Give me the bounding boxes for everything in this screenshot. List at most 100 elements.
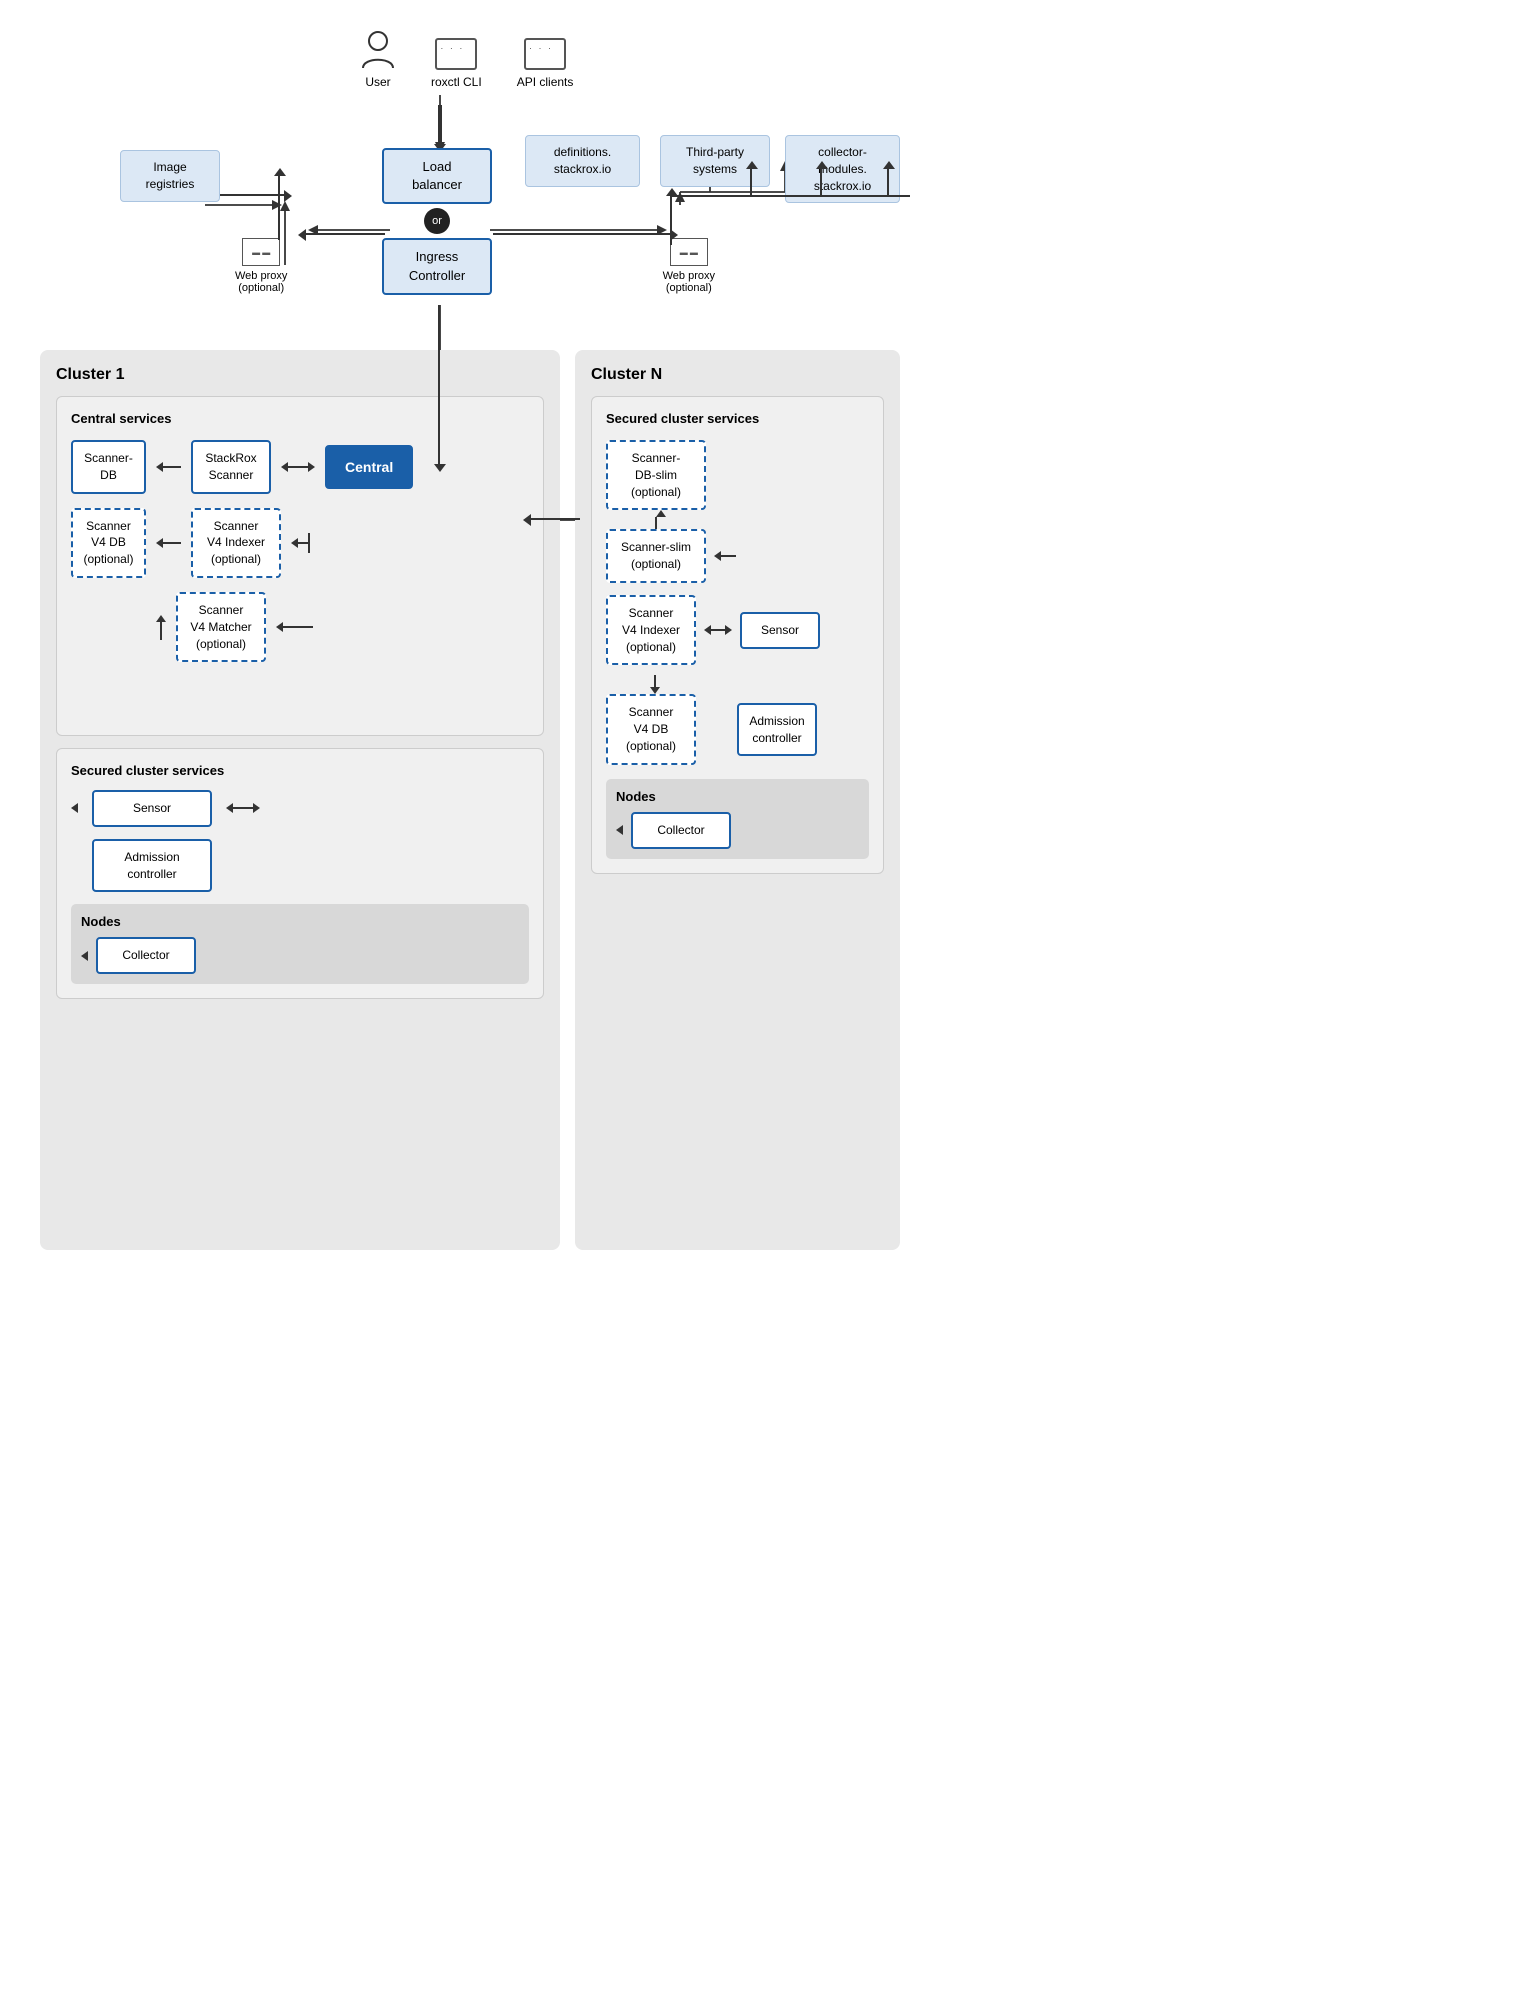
proxy-right-horiz: [670, 195, 910, 197]
roxctl-actor: · · · roxctl CLI: [431, 38, 482, 91]
web-proxy-left-label: Web proxy(optional): [235, 270, 287, 294]
arrow-v4db-up: [156, 615, 166, 640]
web-proxy-left-icon: [242, 238, 280, 266]
lb-ingress-group: Loadbalancer or IngressController: [382, 148, 492, 295]
api-label: API clients: [517, 74, 574, 91]
roxctl-label: roxctl CLI: [431, 74, 482, 91]
central-services-box: Central services Scanner-DB: [56, 396, 544, 736]
arrow-proxy-up-img: [278, 175, 280, 240]
admission-controller-N-label: Admissioncontroller: [749, 714, 804, 745]
cli-icon: · · ·: [435, 38, 477, 70]
clusterN-title: Cluster N: [591, 366, 662, 383]
nodes-N-title: Nodes: [616, 789, 656, 804]
ingress-label: IngressController: [409, 249, 465, 282]
central-services-row1: Scanner-DB StackRoxScanner: [71, 440, 529, 494]
nodes-N-box: Nodes Collector: [606, 779, 869, 859]
load-balancer-box: Loadbalancer: [382, 148, 492, 204]
arrow-to-thirdparty: [820, 168, 822, 197]
secured-cluster-services-1-box: Secured cluster services Sensor: [56, 748, 544, 999]
secured-cluster-title-N: Secured cluster services: [606, 411, 759, 426]
scanner-v4-matcher-label: ScannerV4 Matcher(optional): [190, 603, 251, 651]
scanner-v4-db-N-box: ScannerV4 DB(optional): [606, 694, 696, 764]
central-services-title: Central services: [71, 411, 171, 426]
diagram-container: User · · · roxctl CLI · · · API clients: [0, 0, 930, 1990]
definitions-box: definitions.stackrox.io: [525, 135, 640, 187]
ingress-controller-box: IngressController: [382, 238, 492, 294]
scanner-db-slim-box: Scanner-DB-slim(optional): [606, 440, 706, 510]
scanner-db-label: Scanner-DB: [84, 451, 133, 482]
person-icon: [360, 30, 396, 70]
arrow-dbslim-up: [606, 510, 869, 529]
scanner-db-slim-row: Scanner-DB-slim(optional): [606, 440, 869, 510]
scanner-v4-indexer-box: ScannerV4 Indexer(optional): [191, 508, 281, 578]
central-services-row3: ScannerV4 Matcher(optional): [71, 592, 529, 662]
v4db-N-box-row: ScannerV4 DB(optional) Admissioncontroll…: [606, 694, 869, 764]
arrow-into-collector-1: [81, 951, 88, 961]
nodes-1-title: Nodes: [81, 914, 121, 929]
scanner-v4-indexer-N-box: ScannerV4 Indexer(optional): [606, 595, 696, 665]
arrow-img-reg-proxy: [220, 194, 285, 196]
collector-1-box: Collector: [96, 937, 196, 974]
definitions-label: definitions.stackrox.io: [554, 145, 611, 176]
full-diagram: User · · · roxctl CLI · · · API clients: [20, 20, 910, 1970]
scanner-v4-db-box: ScannerV4 DB(optional): [71, 508, 146, 578]
collector-row-N: Collector: [616, 812, 859, 849]
image-registries-box: Imageregistries: [120, 150, 220, 202]
scanner-v4-db-N-label: ScannerV4 DB(optional): [626, 705, 676, 753]
admission-controller-N-box: Admissioncontroller: [737, 703, 817, 757]
image-registries-label: Imageregistries: [146, 160, 195, 191]
arrow-sensor-central-1: [226, 803, 260, 813]
scanner-db-box: Scanner-DB: [71, 440, 146, 494]
stackrox-scanner-box: StackRoxScanner: [191, 440, 271, 494]
central-services-row2: ScannerV4 DB(optional) ScannerV4 Indexer…: [71, 508, 529, 578]
arrow-into-collector-N: [616, 825, 623, 835]
secured-cluster-services-N-box: Secured cluster services Scanner-DB-slim…: [591, 396, 884, 874]
admission-controller-1-label: Admissioncontroller: [124, 850, 179, 881]
arrow-v4db-indexer: [156, 538, 181, 548]
collector-N-box: Collector: [631, 812, 731, 849]
arrow-v4db-N-down: [606, 675, 660, 694]
arrow-to-collector-modules: [887, 168, 889, 197]
top-actors: User · · · roxctl CLI · · · API clients: [360, 30, 573, 91]
arrow-indexer-stub: [291, 533, 312, 553]
or-circle: or: [424, 208, 450, 234]
or-label: or: [432, 215, 442, 227]
scanner-slim-label: Scanner-slim(optional): [621, 540, 691, 571]
sensor-N-label: Sensor: [761, 623, 799, 637]
scanner-v4-db-label: ScannerV4 DB(optional): [83, 519, 133, 567]
secured-cluster-title-1: Secured cluster services: [71, 763, 224, 778]
arrow-lb-to-proxy-right: [493, 233, 671, 235]
indexer-sensor-N-row: ScannerV4 Indexer(optional) Sensor: [606, 595, 869, 665]
central-box: Central: [325, 445, 413, 489]
web-proxy-right-label: Web proxy(optional): [663, 270, 715, 294]
web-proxy-right-group: Web proxy(optional): [663, 238, 715, 294]
arrow-scanner-central: [281, 462, 315, 472]
main-arrow-lb-to-central: [438, 305, 440, 465]
arrow-slim-sensor: [714, 551, 736, 561]
collector-N-label: Collector: [657, 823, 704, 837]
collector-row-1: Collector: [81, 937, 519, 974]
web-proxy-left-group: Web proxy(optional): [235, 238, 287, 294]
arrow-actors-to-lb: [438, 105, 442, 145]
scanner-v4-indexer-label: ScannerV4 Indexer(optional): [207, 519, 265, 567]
sensor-1-label: Sensor: [133, 801, 171, 815]
user-label: User: [365, 74, 390, 91]
web-proxy-right-icon: [670, 238, 708, 266]
scanner-db-slim-label: Scanner-DB-slim(optional): [631, 451, 681, 499]
scanner-slim-box: Scanner-slim(optional): [606, 529, 706, 583]
user-actor: User: [360, 30, 396, 91]
arrow-matcher-central: [276, 622, 313, 632]
api-icon: · · ·: [524, 38, 566, 70]
arrow-scanner-db: [156, 462, 181, 472]
nodes-1-box: Nodes Collector: [71, 904, 529, 984]
central-label: Central: [345, 459, 393, 475]
api-actor: · · · API clients: [517, 38, 574, 91]
sensor-N-box: Sensor: [740, 612, 820, 649]
arrow-to-definitions: [750, 168, 752, 197]
clusterN-box: Cluster N Secured cluster services Scann…: [575, 350, 900, 1940]
collector-1-label: Collector: [122, 948, 169, 962]
admission-controller-1-box: Admissioncontroller: [92, 839, 212, 893]
third-party-label: Third-partysystems: [686, 145, 744, 176]
scanner-slim-row: Scanner-slim(optional): [606, 529, 869, 583]
arrow-lb-to-proxy-left: [305, 233, 385, 235]
